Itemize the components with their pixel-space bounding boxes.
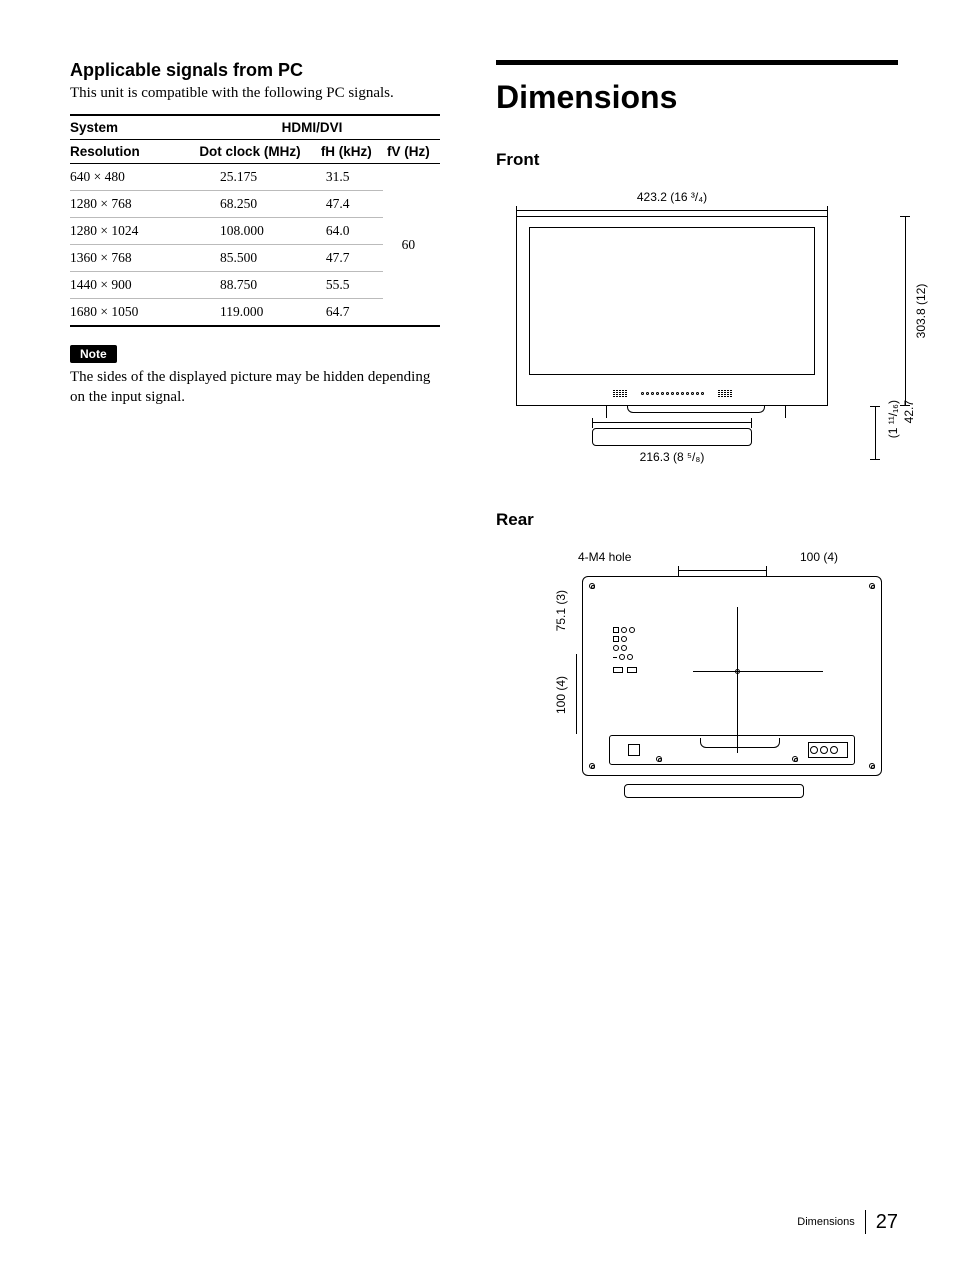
th-hdmi: HDMI/DVI xyxy=(190,115,440,140)
th-system: System xyxy=(70,115,190,140)
footer-page-number: 27 xyxy=(876,1211,898,1234)
th-fv: fV (Hz) xyxy=(383,140,440,164)
rear-hole-label: 4-M4 hole xyxy=(578,550,631,564)
th-resolution: Resolution xyxy=(70,140,190,164)
left-column: Applicable signals from PC This unit is … xyxy=(70,60,440,838)
th-fh: fH (kHz) xyxy=(316,140,383,164)
signals-intro: This unit is compatible with the followi… xyxy=(70,85,440,102)
front-stand-height-dim: 42.7 (1 ¹¹/₁₆) xyxy=(868,406,882,470)
signals-table: System HDMI/DVI Resolution Dot clock (MH… xyxy=(70,114,440,327)
rear-h-spacing-label: 100 (4) xyxy=(800,550,838,564)
fv-shared-cell: 60 xyxy=(383,164,440,327)
note-text: The sides of the displayed picture may b… xyxy=(70,367,440,408)
monitor-rear-icon xyxy=(582,576,882,776)
front-base-width-label: 216.3 (8 ⁵/₈) xyxy=(592,450,752,464)
monitor-front-icon xyxy=(516,216,828,406)
monitor-stand-icon xyxy=(592,428,752,446)
signals-heading: Applicable signals from PC xyxy=(70,60,440,81)
right-column: Dimensions Front 423.2 (16 ³/₄) xyxy=(496,60,898,838)
table-row: 640 × 48025.17531.560 xyxy=(70,164,440,191)
rear-diagram-block: 4-M4 hole 100 (4) 75.1 (3) xyxy=(496,550,898,798)
note-badge: Note xyxy=(70,345,117,363)
rear-heading: Rear xyxy=(496,510,898,530)
front-heading: Front xyxy=(496,150,898,170)
page-footer: Dimensions 27 xyxy=(797,1210,898,1234)
footer-section-label: Dimensions xyxy=(797,1216,864,1228)
rear-v-spacing-label: 100 (4) xyxy=(554,676,568,714)
front-width-label: 423.2 (16 ³/₄) xyxy=(516,190,828,206)
rear-top-offset-label: 75.1 (3) xyxy=(554,590,568,631)
front-diagram-block: 423.2 (16 ³/₄) xyxy=(496,190,898,470)
monitor-rear-stand-icon xyxy=(624,784,804,798)
front-height-dim: 303.8 (12) xyxy=(898,216,912,406)
th-dotclock: Dot clock (MHz) xyxy=(190,140,316,164)
dimensions-title: Dimensions xyxy=(496,60,898,116)
